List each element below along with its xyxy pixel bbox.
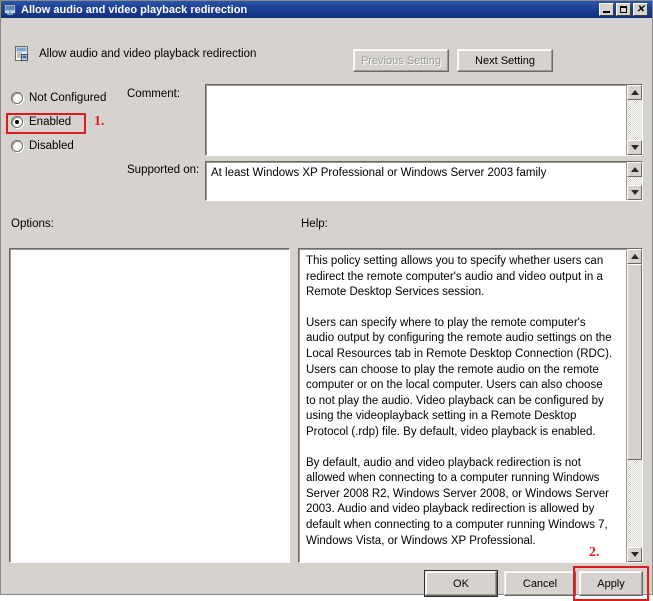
radio-not-configured-label: Not Configured [29, 92, 107, 104]
radio-disabled-indicator [11, 140, 23, 152]
help-scroll-up-icon[interactable] [627, 249, 642, 264]
radio-not-configured[interactable]: Not Configured [1, 88, 106, 108]
apply-button[interactable]: Apply [579, 571, 643, 596]
window-policy-icon [4, 3, 17, 16]
options-panel[interactable] [9, 248, 290, 563]
previous-setting-button[interactable]: Previous Setting [353, 49, 449, 72]
help-paragraph: Users can specify where to play the remo… [306, 316, 613, 438]
window-controls: ✕ [599, 3, 648, 16]
title-bar: Allow audio and video playback redirecti… [1, 1, 652, 18]
supported-on-scrollbar[interactable] [626, 162, 642, 200]
help-scroll-down-icon[interactable] [627, 547, 642, 562]
comment-scroll-up-icon[interactable] [627, 85, 642, 100]
annotation-step-2: 2. [589, 545, 600, 560]
maximize-button[interactable] [616, 3, 631, 16]
help-scrollbar[interactable] [626, 249, 642, 562]
radio-not-configured-indicator [11, 92, 23, 104]
radio-disabled-label: Disabled [29, 140, 74, 152]
help-label: Help: [301, 218, 328, 230]
annotation-step-1: 1. [94, 114, 105, 129]
close-button[interactable]: ✕ [633, 3, 648, 16]
radio-enabled-label: Enabled [29, 116, 72, 128]
dialog-body: Allow audio and video playback redirecti… [1, 18, 652, 601]
help-paragraph: This policy setting allows you to specif… [306, 255, 604, 299]
group-policy-setting-dialog: Allow audio and video playback redirecti… [0, 0, 653, 601]
policy-setting-title: Allow audio and video playback redirecti… [39, 48, 257, 60]
radio-enabled[interactable]: Enabled [1, 112, 106, 132]
cancel-button[interactable]: Cancel [504, 571, 576, 596]
supported-on-value: At least Windows XP Professional or Wind… [211, 167, 547, 179]
supported-on-textarea[interactable]: At least Windows XP Professional or Wind… [205, 161, 643, 201]
help-paragraph: By default, audio and video playback red… [306, 456, 609, 547]
ok-button[interactable]: OK [424, 570, 498, 597]
supported-on-scroll-down-icon[interactable] [627, 185, 642, 200]
help-text-content: This policy setting allows you to specif… [306, 254, 614, 562]
help-panel[interactable]: This policy setting allows you to specif… [298, 248, 643, 563]
supported-on-scroll-up-icon[interactable] [627, 162, 642, 177]
options-label: Options: [11, 218, 54, 230]
comment-textarea[interactable] [205, 84, 643, 156]
policy-state-radio-group: Not Configured Enabled Disabled [1, 88, 106, 156]
comment-label: Comment: [127, 88, 181, 100]
comment-scroll-down-icon[interactable] [627, 140, 642, 155]
radio-enabled-indicator [11, 116, 23, 128]
supported-on-label: Supported on: [127, 164, 200, 176]
radio-disabled[interactable]: Disabled [1, 136, 106, 156]
next-setting-button[interactable]: Next Setting [457, 49, 553, 72]
policy-document-icon [14, 46, 30, 62]
window-title: Allow audio and video playback redirecti… [21, 3, 248, 16]
help-scroll-thumb[interactable] [627, 264, 642, 460]
setting-header: Allow audio and video playback redirecti… [1, 18, 652, 72]
minimize-button[interactable] [599, 3, 614, 16]
comment-scrollbar[interactable] [626, 85, 642, 155]
